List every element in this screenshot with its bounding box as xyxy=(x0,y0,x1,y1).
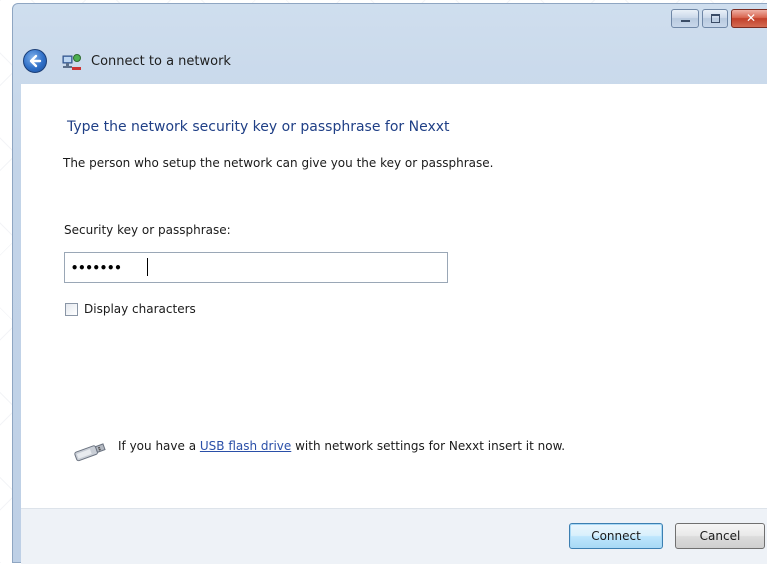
usb-flash-drive-link[interactable]: USB flash drive xyxy=(200,439,291,453)
back-arrow-icon[interactable] xyxy=(23,49,47,73)
security-key-label: Security key or passphrase: xyxy=(64,223,231,237)
display-characters-label[interactable]: Display characters xyxy=(84,302,196,316)
security-key-input[interactable] xyxy=(64,252,448,283)
usb-drive-icon xyxy=(71,441,111,463)
network-icon xyxy=(61,52,83,72)
text-cursor xyxy=(147,258,148,276)
connect-button[interactable]: Connect xyxy=(569,523,663,549)
usb-text-after: with network settings for Nexxt insert i… xyxy=(291,439,566,453)
dialog-instruction: The person who setup the network can giv… xyxy=(63,156,494,170)
dialog-content: Type the network security key or passphr… xyxy=(21,84,767,508)
connect-dialog-window: Connect to a network Type the network se… xyxy=(12,3,767,564)
dialog-heading: Type the network security key or passphr… xyxy=(67,119,450,135)
display-characters-checkbox[interactable] xyxy=(65,302,78,316)
usb-text-before: If you have a xyxy=(118,439,200,453)
window-title: Connect to a network xyxy=(91,54,231,69)
close-icon[interactable] xyxy=(731,9,767,28)
cancel-button[interactable]: Cancel xyxy=(675,523,765,549)
dialog-footer: Connect Cancel xyxy=(21,508,767,564)
minimize-icon[interactable] xyxy=(671,9,699,28)
maximize-icon[interactable] xyxy=(702,9,728,28)
caption-buttons xyxy=(671,9,767,28)
usb-prompt: If you have a USB flash drive with netwo… xyxy=(118,439,565,453)
display-characters-row[interactable]: Display characters xyxy=(65,302,196,316)
